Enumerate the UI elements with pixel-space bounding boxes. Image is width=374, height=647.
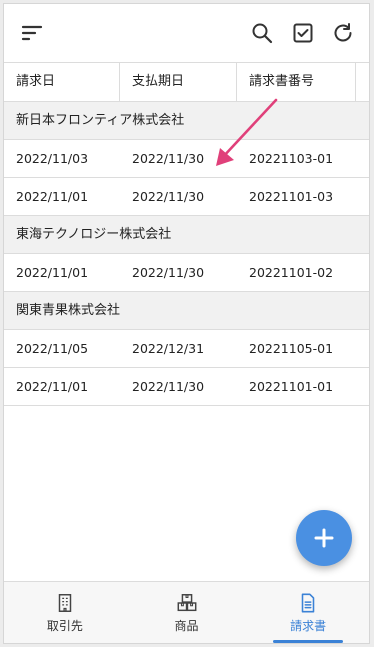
cell-due-date: 2022/11/30 bbox=[132, 189, 205, 204]
app-bar bbox=[4, 4, 369, 62]
table-row[interactable]: 2022/11/03 2022/11/30 20221103-01 bbox=[4, 140, 369, 178]
cell-invoice-number: 20221101-01 bbox=[249, 379, 334, 394]
table-row[interactable]: 2022/11/05 2022/12/31 20221105-01 bbox=[4, 330, 369, 368]
cell-due-date: 2022/12/31 bbox=[132, 341, 205, 356]
cell-invoice-number: 20221105-01 bbox=[249, 341, 334, 356]
building-icon bbox=[58, 593, 72, 612]
column-header-invoice-date[interactable]: 請求日 bbox=[4, 63, 120, 101]
table-row[interactable]: 2022/11/01 2022/11/30 20221101-01 bbox=[4, 368, 369, 406]
cell-invoice-date: 2022/11/01 bbox=[16, 379, 89, 394]
table-row[interactable]: 2022/11/01 2022/11/30 20221101-03 bbox=[4, 178, 369, 216]
app-frame: 請求日 支払期日 請求書番号 新日本フロンティア株式会社 2022/11/03 … bbox=[3, 3, 370, 644]
nav-label-products: 商品 bbox=[174, 618, 199, 633]
sort-menu-icon[interactable] bbox=[18, 19, 46, 47]
document-icon bbox=[301, 593, 315, 612]
cell-invoice-date: 2022/11/01 bbox=[16, 189, 89, 204]
invoice-table: 請求日 支払期日 請求書番号 新日本フロンティア株式会社 2022/11/03 … bbox=[4, 62, 369, 406]
group-header: 東海テクノロジー株式会社 bbox=[4, 216, 369, 254]
cell-invoice-date: 2022/11/01 bbox=[16, 265, 89, 280]
cell-invoice-number: 20221103-01 bbox=[249, 151, 334, 166]
cell-invoice-number: 20221101-02 bbox=[249, 265, 334, 280]
nav-label-customers: 取引先 bbox=[46, 618, 83, 633]
group-header: 関東青果株式会社 bbox=[4, 292, 369, 330]
table-row[interactable]: 2022/11/01 2022/11/30 20221101-02 bbox=[4, 254, 369, 292]
checkbox-icon[interactable] bbox=[289, 19, 317, 47]
boxes-icon bbox=[177, 593, 196, 611]
cell-invoice-number: 20221101-03 bbox=[249, 189, 334, 204]
bottom-navigation: 取引先 商品 請求書 bbox=[4, 581, 369, 643]
group-header: 新日本フロンティア株式会社 bbox=[4, 102, 369, 140]
nav-item-customers[interactable]: 取引先 bbox=[4, 582, 126, 643]
cell-invoice-date: 2022/11/03 bbox=[16, 151, 89, 166]
plus-icon bbox=[314, 528, 334, 548]
nav-item-invoices[interactable]: 請求書 bbox=[247, 582, 369, 643]
add-invoice-button[interactable] bbox=[296, 510, 352, 566]
column-header-more[interactable] bbox=[356, 63, 369, 101]
column-header-due-date[interactable]: 支払期日 bbox=[120, 63, 237, 101]
nav-item-products[interactable]: 商品 bbox=[126, 582, 248, 643]
nav-label-invoices: 請求書 bbox=[290, 618, 327, 633]
cell-due-date: 2022/11/30 bbox=[132, 379, 205, 394]
refresh-icon[interactable] bbox=[329, 19, 357, 47]
table-header: 請求日 支払期日 請求書番号 bbox=[4, 62, 369, 102]
cell-due-date: 2022/11/30 bbox=[132, 265, 205, 280]
cell-due-date: 2022/11/30 bbox=[132, 151, 205, 166]
cell-invoice-date: 2022/11/05 bbox=[16, 341, 89, 356]
search-icon[interactable] bbox=[248, 19, 276, 47]
column-header-invoice-number[interactable]: 請求書番号 bbox=[237, 63, 356, 101]
